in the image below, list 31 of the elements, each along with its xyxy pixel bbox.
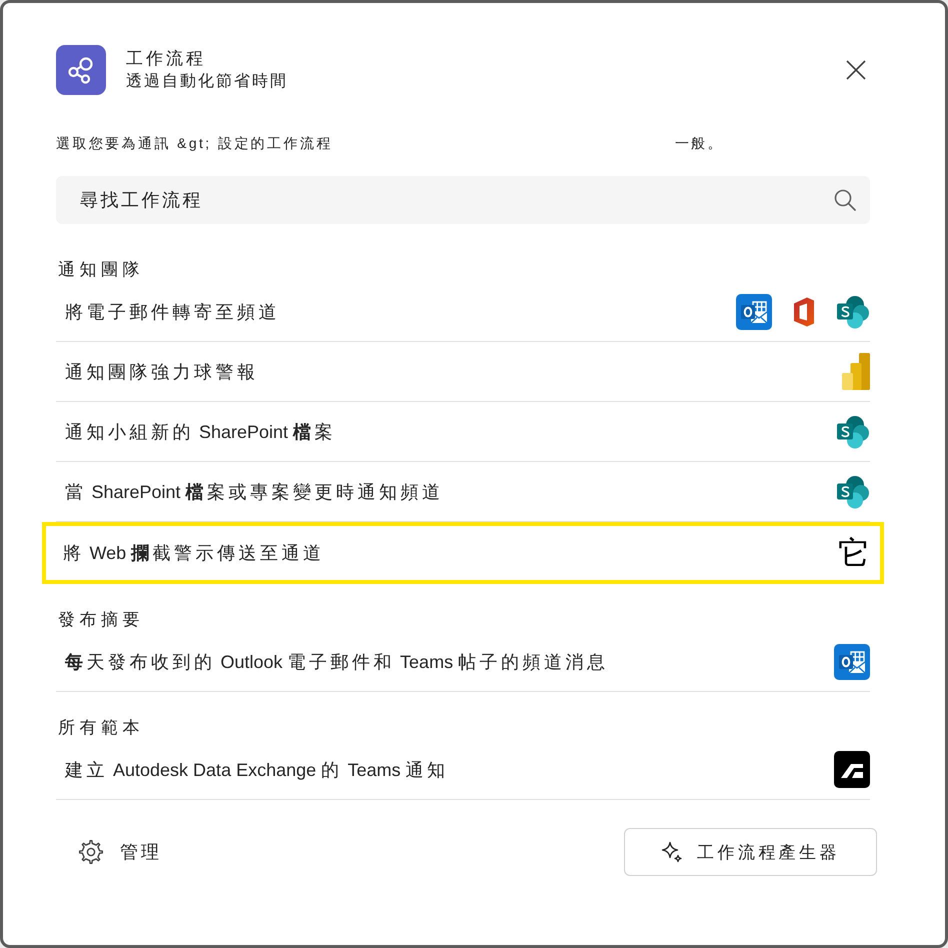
envelope-tile-icon	[736, 294, 772, 330]
circles-tile-icon	[836, 414, 870, 448]
sparkle-icon	[661, 841, 684, 863]
circles-tile-icon	[836, 474, 870, 508]
search-icon	[833, 188, 857, 212]
close-button[interactable]	[845, 59, 867, 81]
workflow-item[interactable]: 將 Web 攔截警示傳送至通道 它	[42, 522, 884, 584]
workflow-item[interactable]: 建立 Autodesk Data Exchange 的 Teams 通知	[56, 740, 870, 800]
manage-link[interactable]: 管理	[56, 839, 162, 865]
dialog-title: 工作流程	[126, 48, 207, 70]
workflow-item[interactable]: 通知團隊強力球警報	[56, 342, 870, 402]
dialog-subtitle: 透過自動化節省時間	[126, 72, 289, 92]
instruction-text: 選取您要為通訊 &gt; 設定的工作流程	[56, 134, 333, 153]
workflow-item[interactable]: 當 SharePoint 檔案或專案變更時通知頻道	[56, 462, 870, 522]
section-heading: 通知團隊	[57, 259, 145, 281]
workflow-builder-button[interactable]: 工作流程產生器	[624, 828, 877, 876]
bracket-shape-icon	[793, 296, 815, 326]
envelope-tile-icon	[834, 644, 870, 680]
workflow-item[interactable]: 將電子郵件轉寄至頻道	[56, 282, 870, 342]
section-heading: 發布摘要	[57, 609, 145, 631]
settings-icon	[78, 839, 104, 865]
circles-tile-icon	[836, 294, 870, 328]
workflow-item[interactable]: 通知小組新的 SharePoint 檔案	[56, 402, 870, 462]
section-heading: 所有範本	[57, 717, 145, 739]
instruction-text: 一般。	[674, 134, 724, 153]
share-icon	[56, 45, 106, 95]
workflow-item[interactable]: 每天發布收到的 Outlook 電子郵件和 Teams 帖子的頻道消息	[56, 632, 870, 692]
bar-chart-icon	[842, 353, 870, 390]
ramp-tile-icon	[834, 751, 870, 788]
character-icon: 它	[838, 536, 870, 570]
search-field[interactable]: 尋找工作流程	[56, 176, 870, 224]
